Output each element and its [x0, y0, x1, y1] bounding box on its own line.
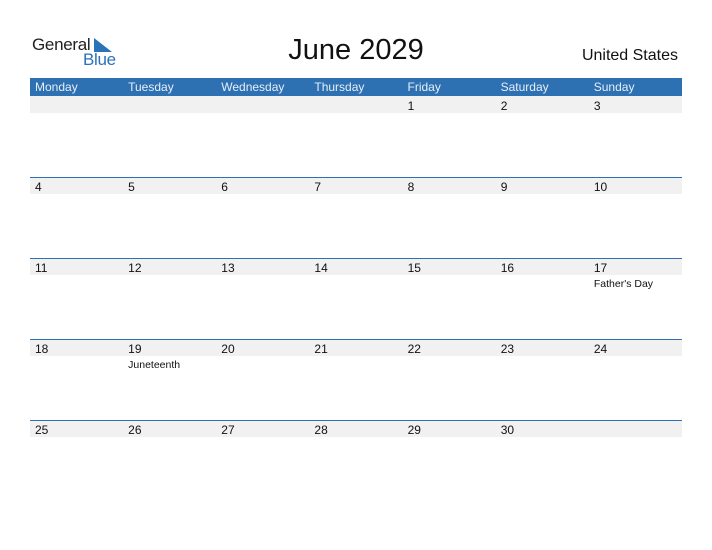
weekday-thursday: Thursday	[314, 80, 365, 94]
day-cell	[589, 420, 682, 501]
week-row: 18 19 Juneteenth 20 21 22 23 24	[30, 339, 682, 420]
day-cell	[309, 96, 402, 177]
day-number: 15	[407, 261, 421, 275]
weekday-monday: Monday	[35, 80, 78, 94]
day-number: 11	[35, 261, 48, 275]
day-cell: 21	[309, 339, 402, 420]
weekday-header: Monday Tuesday Wednesday Thursday Friday…	[30, 78, 682, 96]
day-cell: 28	[309, 420, 402, 501]
day-number: 7	[314, 180, 322, 194]
day-cell: 13	[216, 258, 309, 339]
day-cell: 24	[589, 339, 682, 420]
day-number: 19	[128, 342, 142, 356]
weekday-saturday: Saturday	[500, 80, 549, 94]
day-number: 20	[221, 342, 235, 356]
day-cell: 7	[309, 177, 402, 258]
day-number: 6	[221, 180, 228, 194]
country-label: United States	[581, 47, 678, 64]
day-number: 8	[407, 180, 415, 194]
day-cell: 19 Juneteenth	[123, 339, 216, 420]
day-number: 14	[314, 261, 328, 275]
holiday-label: Juneteenth	[128, 359, 181, 371]
day-cell: 25	[30, 420, 123, 501]
day-number: 23	[500, 342, 515, 356]
day-cell	[216, 96, 309, 177]
day-cell: 23	[496, 339, 589, 420]
day-cell: 22	[403, 339, 496, 420]
day-number: 17	[593, 261, 608, 275]
day-cell	[30, 96, 123, 177]
day-number: 2	[500, 99, 508, 113]
holiday-label: Father's Day	[593, 278, 654, 290]
day-number: 4	[35, 180, 42, 194]
day-cell: 26	[123, 420, 216, 501]
day-cell: 18	[30, 339, 123, 420]
day-number: 30	[500, 423, 515, 437]
day-number: 9	[500, 180, 508, 194]
week-row: 25 26 27 28 29 30	[30, 420, 682, 501]
day-number: 16	[500, 261, 515, 275]
day-cell: 15	[403, 258, 496, 339]
day-number: 18	[35, 342, 49, 356]
day-cell: 5	[123, 177, 216, 258]
day-cell: 10	[589, 177, 682, 258]
day-number: 28	[314, 423, 328, 437]
day-cell: 27	[216, 420, 309, 501]
day-cell: 11	[30, 258, 123, 339]
week-row: 4 5 6 7 8 9 10	[30, 177, 682, 258]
day-number: 26	[128, 423, 142, 437]
day-cell: 30	[496, 420, 589, 501]
week-row: 11 12 13 14 15 16 17 Father's Day	[30, 258, 682, 339]
day-cell: 14	[309, 258, 402, 339]
day-number: 5	[128, 180, 135, 194]
day-number: 1	[407, 99, 415, 113]
day-number: 3	[593, 99, 601, 113]
day-number: 12	[128, 261, 142, 275]
day-number: 24	[593, 342, 608, 356]
day-cell: 2	[496, 96, 589, 177]
week-row: 1 2 3	[30, 96, 682, 177]
day-number: 13	[221, 261, 235, 275]
day-cell: 4	[30, 177, 123, 258]
day-cell: 8	[403, 177, 496, 258]
day-number: 22	[407, 342, 421, 356]
weekday-wednesday: Wednesday	[221, 80, 285, 94]
day-cell: 20	[216, 339, 309, 420]
day-number: 21	[314, 342, 328, 356]
day-cell: 29	[403, 420, 496, 501]
weekday-friday: Friday	[407, 80, 441, 94]
day-number: 29	[407, 423, 421, 437]
day-cell: 1	[403, 96, 496, 177]
day-cell: 17 Father's Day	[589, 258, 682, 339]
day-cell: 16	[496, 258, 589, 339]
day-number: 10	[593, 180, 608, 194]
weekday-sunday: Sunday	[593, 80, 635, 94]
weekday-tuesday: Tuesday	[128, 80, 174, 94]
day-number: 25	[35, 423, 49, 437]
day-cell: 3	[589, 96, 682, 177]
day-cell: 9	[496, 177, 589, 258]
day-cell: 6	[216, 177, 309, 258]
day-cell	[123, 96, 216, 177]
day-cell: 12	[123, 258, 216, 339]
day-number: 27	[221, 423, 235, 437]
